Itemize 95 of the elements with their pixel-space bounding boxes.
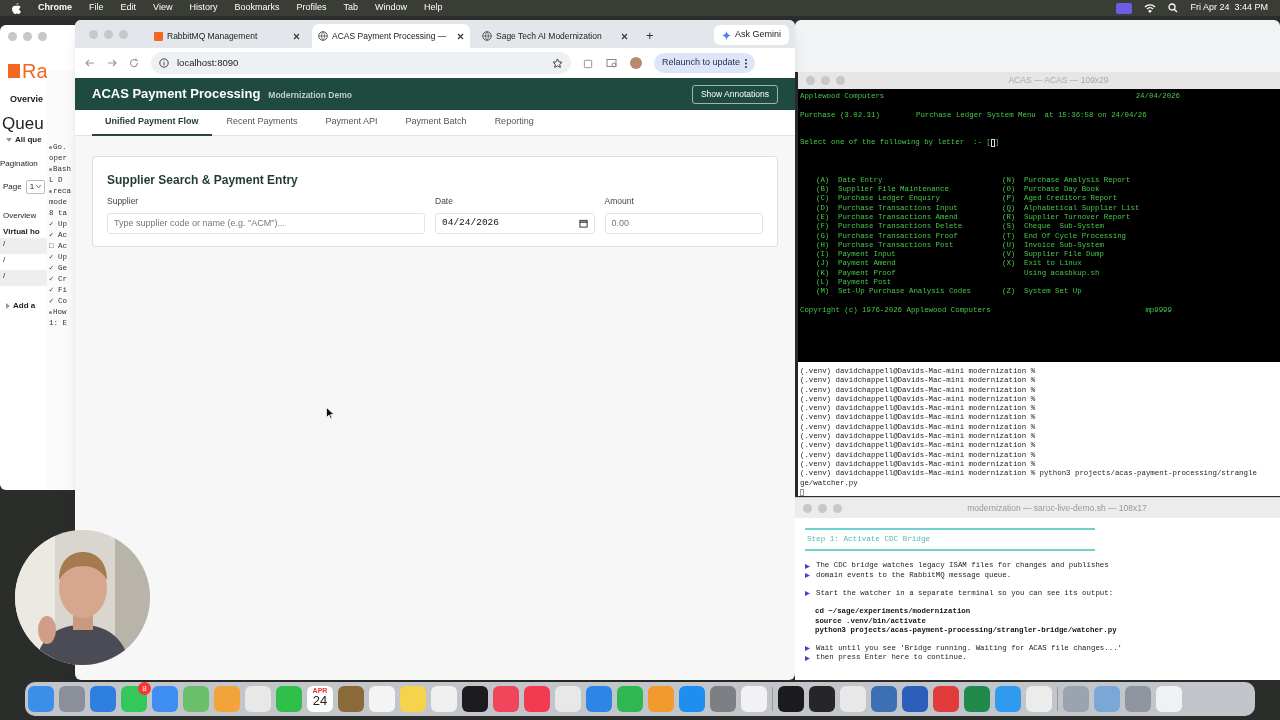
date-value: 04/24/2026 (442, 216, 499, 231)
app-icon[interactable] (778, 686, 804, 712)
browser-tab[interactable]: Sage Tech AI Modernization (476, 24, 634, 48)
menu-item[interactable]: Profiles (296, 1, 327, 15)
close-icon[interactable] (621, 32, 628, 40)
back-icon[interactable] (85, 58, 95, 68)
mouse-pointer-icon (326, 407, 334, 419)
window-title: modernization — saroc-live-demo.sh — 108x17 (967, 501, 1147, 515)
globe-icon (318, 31, 328, 41)
nav-tab[interactable]: Reporting (481, 110, 547, 136)
window-controls[interactable] (89, 29, 128, 39)
url-text: localhost:8090 (177, 55, 239, 70)
status-icon[interactable] (1116, 2, 1133, 14)
star-icon[interactable] (552, 57, 563, 69)
window-controls[interactable] (803, 503, 842, 513)
menu-item[interactable]: Tab (343, 1, 358, 15)
browser-tab[interactable]: ACAS Payment Processing — (312, 24, 470, 48)
window-controls[interactable] (8, 31, 47, 41)
menu-item[interactable]: Bookmarks (234, 1, 280, 15)
nav-tab[interactable]: Unified Payment Flow (92, 110, 212, 136)
page-select[interactable]: 1 (25, 179, 46, 194)
nav-tab[interactable]: Recent Payments (213, 110, 311, 136)
more-icon (745, 58, 748, 68)
calendar-day: 24 (312, 694, 328, 707)
app-menu[interactable]: Chrome (38, 1, 72, 15)
table-tab[interactable]: Overview (3, 209, 37, 222)
add-link[interactable]: Add a (6, 299, 36, 312)
bullet-icon (49, 190, 52, 193)
avatar-icon[interactable] (630, 57, 642, 69)
wifi-icon[interactable] (1144, 3, 1157, 13)
bullet-icon (805, 572, 810, 578)
cursor-icon (800, 488, 804, 496)
app-subtitle: Modernization Demo (268, 88, 352, 102)
bullet-icon (805, 591, 810, 597)
column-header: Virtual ho (3, 225, 40, 238)
logo-text: Ra (22, 61, 48, 81)
notification-badge: 8 (138, 682, 151, 695)
window-controls[interactable] (806, 76, 845, 85)
field-label: Supplier (107, 195, 140, 208)
app-title: ACAS Payment Processing (92, 85, 261, 104)
show-annotations-button[interactable]: Show Annotations (691, 84, 778, 104)
menu-item[interactable]: View (153, 1, 173, 15)
page-label: Page (3, 180, 22, 193)
bullet-icon (49, 168, 52, 171)
app-icon[interactable] (462, 686, 488, 712)
menu-item[interactable]: Help (424, 1, 443, 15)
menu-item[interactable]: File (89, 1, 104, 15)
sparkle-icon (722, 30, 731, 40)
tab-title: Sage Tech AI Modernization (496, 29, 603, 43)
caret-icon (6, 302, 10, 309)
forward-icon[interactable] (107, 58, 117, 68)
supplier-search-field[interactable]: Type supplier code or name (e.g. "ACM")... (107, 212, 425, 234)
globe-icon (482, 31, 492, 41)
bullet-icon (49, 311, 52, 314)
relaunch-button[interactable]: Relaunch to update (654, 53, 756, 73)
filter-toggle[interactable]: All que (6, 133, 42, 146)
field-label: Date (435, 195, 454, 208)
bullet-icon (805, 563, 810, 569)
date-field[interactable]: 04/24/2026 (435, 212, 595, 234)
tab-title: ACAS Payment Processing — (332, 29, 448, 43)
calendar-icon[interactable] (578, 218, 588, 228)
search-icon[interactable] (1168, 3, 1179, 13)
page-heading: Queu (2, 114, 44, 132)
menu-item[interactable]: Edit (120, 1, 137, 15)
card-title: Supplier Search & Payment Entry (107, 172, 299, 189)
bullet-icon (49, 146, 52, 149)
pagination-label: Pagination (0, 157, 38, 170)
tab-title: RabbitMQ Management (167, 29, 259, 43)
app-icon[interactable] (809, 686, 835, 712)
close-icon[interactable] (457, 32, 464, 40)
logo-icon (8, 64, 20, 78)
menu-item[interactable]: Window (374, 1, 407, 15)
amount-field[interactable]: 0.00 (604, 212, 763, 234)
menu-item[interactable]: History (189, 1, 218, 15)
caret-icon (36, 185, 42, 188)
bullet-icon (805, 655, 810, 661)
address-bar[interactable]: localhost:8090 (151, 52, 571, 74)
new-tab-button[interactable]: + (640, 24, 660, 48)
rabbit-icon (154, 31, 163, 41)
cursor-icon (990, 139, 995, 148)
nav-tab[interactable]: Payment API (312, 110, 391, 136)
bullet-icon (805, 646, 810, 652)
nav-tab[interactable]: Payment Batch (392, 110, 480, 136)
close-icon[interactable] (293, 32, 300, 40)
apple-icon[interactable] (12, 2, 21, 14)
table-cell: / (0, 237, 47, 254)
ask-gemini-button[interactable]: Ask Gemini (714, 25, 789, 45)
tab-search-icon[interactable] (606, 57, 618, 69)
reload-icon[interactable] (129, 58, 139, 68)
nav-tab[interactable]: Overvie (10, 93, 44, 107)
clock[interactable]: Fri Apr 24 3:44 PM (1190, 1, 1268, 15)
field-label: Amount (604, 195, 635, 208)
info-icon[interactable] (159, 58, 169, 68)
browser-tab[interactable]: RabbitMQ Management (148, 24, 306, 48)
caret-icon (6, 137, 12, 142)
